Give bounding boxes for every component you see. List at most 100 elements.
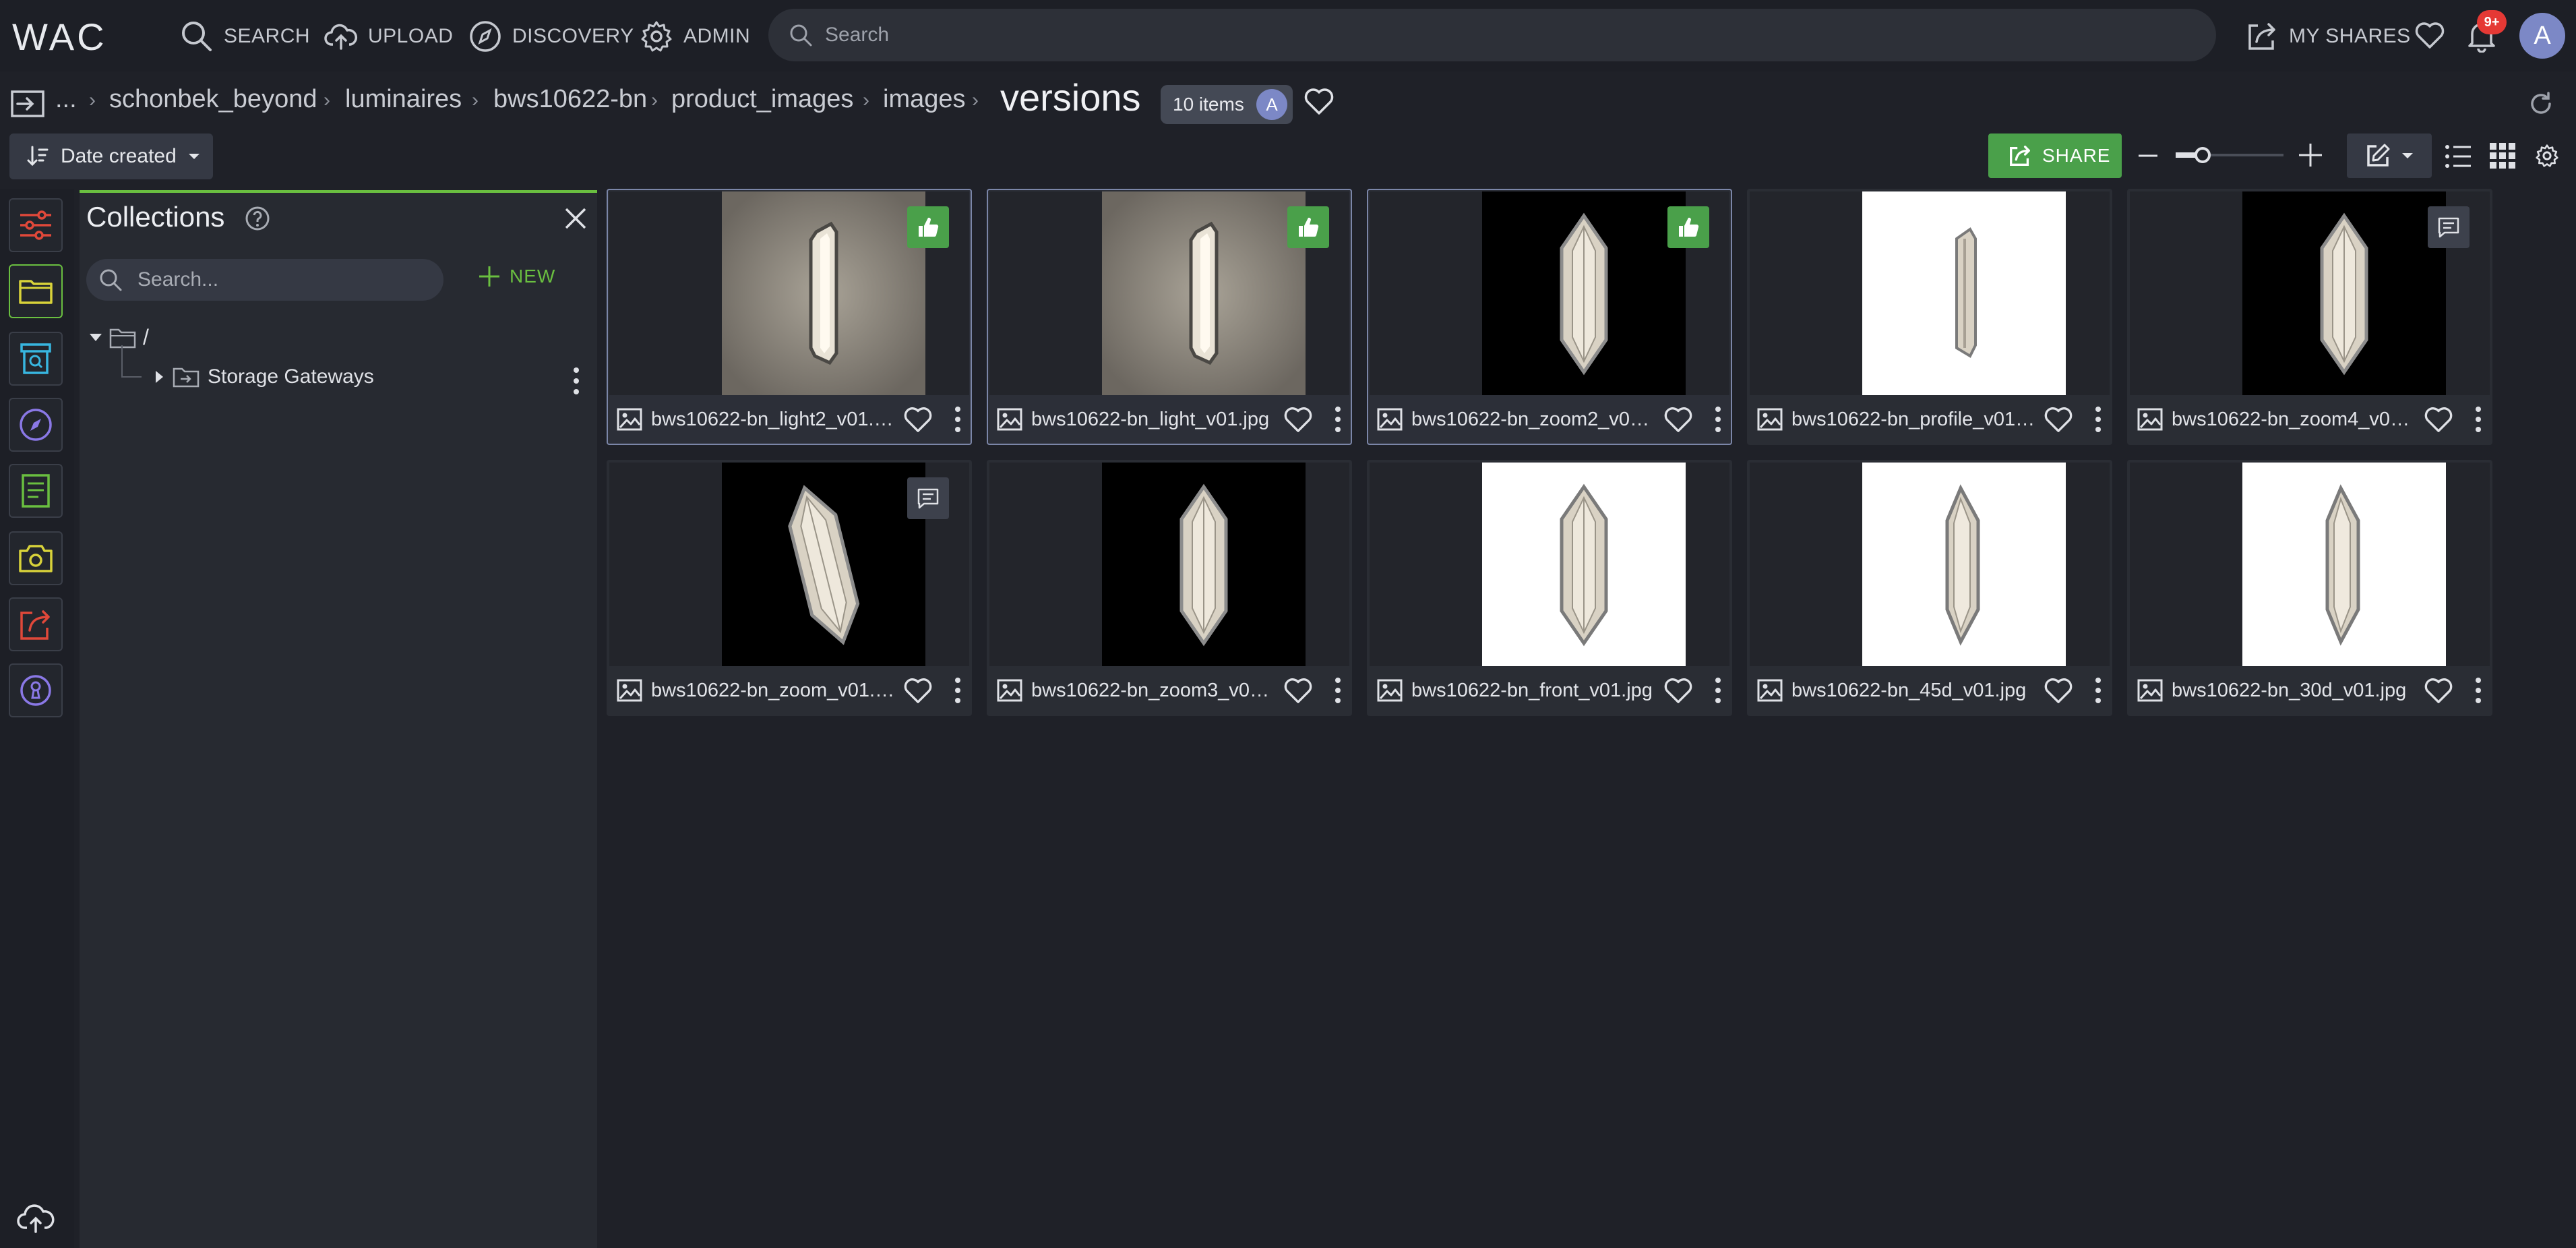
sort-dropdown[interactable]: Date created xyxy=(9,133,213,179)
approved-badge[interactable] xyxy=(1667,206,1709,248)
more-vertical-icon[interactable] xyxy=(566,364,586,398)
breadcrumb-item[interactable]: schonbek_beyond xyxy=(109,85,317,114)
asset-card[interactable]: bws10622-bn_light2_v01.jpg xyxy=(607,189,972,445)
asset-thumbnail-area[interactable] xyxy=(989,463,1349,666)
favorite-heart-icon[interactable] xyxy=(1283,676,1313,705)
breadcrumb-item[interactable]: luminaires xyxy=(345,85,462,114)
global-search[interactable] xyxy=(768,9,2216,61)
favorites-heart-icon[interactable] xyxy=(2414,20,2445,50)
asset-card[interactable]: bws10622-bn_30d_v01.jpg xyxy=(2127,460,2492,716)
asset-card[interactable]: bws10622-bn_zoom2_v01.jpg xyxy=(1367,189,1732,445)
refresh-icon[interactable] xyxy=(2527,90,2554,117)
grid-view-icon[interactable] xyxy=(2490,143,2515,169)
asset-filename[interactable]: bws10622-bn_zoom_v01.jpg xyxy=(651,680,896,702)
share-button[interactable]: SHARE xyxy=(1988,133,2122,178)
asset-card[interactable]: bws10622-bn_zoom_v01.jpg xyxy=(607,460,972,716)
asset-card[interactable]: bws10622-bn_zoom3_v01.jpg xyxy=(987,460,1352,716)
favorite-heart-icon[interactable] xyxy=(1283,405,1313,434)
asset-filename[interactable]: bws10622-bn_45d_v01.jpg xyxy=(1791,680,2037,702)
favorite-heart-icon[interactable] xyxy=(903,405,933,434)
asset-thumbnail-area[interactable] xyxy=(1370,463,1729,666)
collections-search-input[interactable] xyxy=(137,268,421,291)
comment-badge[interactable] xyxy=(2428,206,2470,248)
app-logo[interactable]: WAC xyxy=(12,15,107,59)
rail-filters-button[interactable] xyxy=(9,198,63,252)
rail-discovery-button[interactable] xyxy=(9,398,63,452)
asset-card[interactable]: bws10622-bn_profile_v01.jpg xyxy=(1747,189,2112,445)
comment-badge[interactable] xyxy=(907,477,949,519)
collections-search[interactable] xyxy=(86,259,443,301)
rail-documents-button[interactable] xyxy=(9,464,63,518)
favorite-heart-icon[interactable] xyxy=(2044,405,2073,434)
favorite-heart-icon[interactable] xyxy=(1663,405,1693,434)
asset-filename[interactable]: bws10622-bn_zoom4_v01.jpg xyxy=(2172,409,2417,431)
rail-camera-button[interactable] xyxy=(9,531,63,585)
favorite-heart-icon[interactable] xyxy=(2044,676,2073,705)
nav-upload[interactable]: UPLOAD xyxy=(324,18,453,55)
asset-card[interactable]: bws10622-bn_front_v01.jpg xyxy=(1367,460,1732,716)
asset-filename[interactable]: bws10622-bn_zoom3_v01.jpg xyxy=(1031,680,1277,702)
nav-my-shares[interactable]: MY SHARES xyxy=(2244,18,2411,55)
asset-thumbnail-area[interactable] xyxy=(2130,191,2490,395)
asset-card[interactable]: bws10622-bn_light_v01.jpg xyxy=(987,189,1352,445)
more-vertical-icon[interactable] xyxy=(1328,404,1348,435)
favorite-heart-icon[interactable] xyxy=(2424,405,2453,434)
more-vertical-icon[interactable] xyxy=(948,404,968,435)
asset-thumbnail-area[interactable] xyxy=(1370,191,1729,395)
approved-badge[interactable] xyxy=(1287,206,1329,248)
help-icon[interactable] xyxy=(244,205,271,232)
edit-dropdown-button[interactable] xyxy=(2347,133,2432,178)
more-vertical-icon[interactable] xyxy=(948,675,968,706)
nav-admin[interactable]: ADMIN xyxy=(639,18,750,55)
breadcrumb-ellipsis[interactable]: ... xyxy=(55,85,77,114)
asset-thumbnail-area[interactable] xyxy=(989,191,1349,395)
more-vertical-icon[interactable] xyxy=(1708,675,1728,706)
zoom-slider[interactable] xyxy=(2176,142,2283,169)
asset-thumbnail-area[interactable] xyxy=(609,463,969,666)
asset-filename[interactable]: bws10622-bn_light2_v01.jpg xyxy=(651,409,896,431)
favorite-heart-icon[interactable] xyxy=(2424,676,2453,705)
rail-shares-button[interactable] xyxy=(9,597,63,651)
owner-avatar[interactable]: A xyxy=(1256,89,1287,120)
more-vertical-icon[interactable] xyxy=(2468,675,2488,706)
more-vertical-icon[interactable] xyxy=(2468,404,2488,435)
settings-gear-icon[interactable] xyxy=(2534,143,2560,169)
zoom-in-icon[interactable] xyxy=(2297,142,2324,169)
zoom-slider-handle[interactable] xyxy=(2195,147,2211,163)
rail-collections-button[interactable] xyxy=(9,264,63,318)
breadcrumb-item[interactable]: images xyxy=(883,85,966,114)
asset-thumbnail-area[interactable] xyxy=(609,191,969,395)
favorite-heart-icon[interactable] xyxy=(1663,676,1693,705)
asset-filename[interactable]: bws10622-bn_zoom2_v01.jpg xyxy=(1411,409,1657,431)
rail-search-archive-button[interactable] xyxy=(9,332,63,386)
list-view-icon[interactable] xyxy=(2444,143,2472,170)
asset-filename[interactable]: bws10622-bn_profile_v01.jpg xyxy=(1791,409,2037,431)
asset-filename[interactable]: bws10622-bn_front_v01.jpg xyxy=(1411,680,1657,702)
global-search-input[interactable] xyxy=(825,24,2106,47)
more-vertical-icon[interactable] xyxy=(2088,404,2108,435)
breadcrumb-item[interactable]: bws10622-bn xyxy=(493,85,647,114)
tree-item-storage-gateways[interactable]: Storage Gateways xyxy=(124,365,374,388)
close-icon[interactable] xyxy=(562,205,589,232)
asset-filename[interactable]: bws10622-bn_30d_v01.jpg xyxy=(2172,680,2417,702)
rail-security-button[interactable] xyxy=(9,663,63,717)
more-vertical-icon[interactable] xyxy=(2088,675,2108,706)
breadcrumb-item[interactable]: product_images xyxy=(671,85,853,114)
caret-down-icon[interactable] xyxy=(89,333,102,343)
asset-card[interactable]: bws10622-bn_45d_v01.jpg xyxy=(1747,460,2112,716)
rail-cloud-upload-button[interactable] xyxy=(9,1191,63,1245)
nav-discovery[interactable]: DISCOVERY xyxy=(468,18,634,55)
caret-right-icon[interactable] xyxy=(155,370,164,384)
asset-filename[interactable]: bws10622-bn_light_v01.jpg xyxy=(1031,409,1277,431)
asset-thumbnail-area[interactable] xyxy=(2130,463,2490,666)
more-vertical-icon[interactable] xyxy=(1328,675,1348,706)
asset-card[interactable]: bws10622-bn_zoom4_v01.jpg xyxy=(2127,189,2492,445)
more-vertical-icon[interactable] xyxy=(1708,404,1728,435)
favorite-folder-heart-icon[interactable] xyxy=(1304,86,1335,116)
approved-badge[interactable] xyxy=(907,206,949,248)
asset-thumbnail-area[interactable] xyxy=(1750,191,2110,395)
favorite-heart-icon[interactable] xyxy=(903,676,933,705)
user-avatar[interactable]: A xyxy=(2519,13,2565,59)
nav-search[interactable]: SEARCH xyxy=(179,18,310,55)
zoom-out-icon[interactable] xyxy=(2137,144,2159,167)
